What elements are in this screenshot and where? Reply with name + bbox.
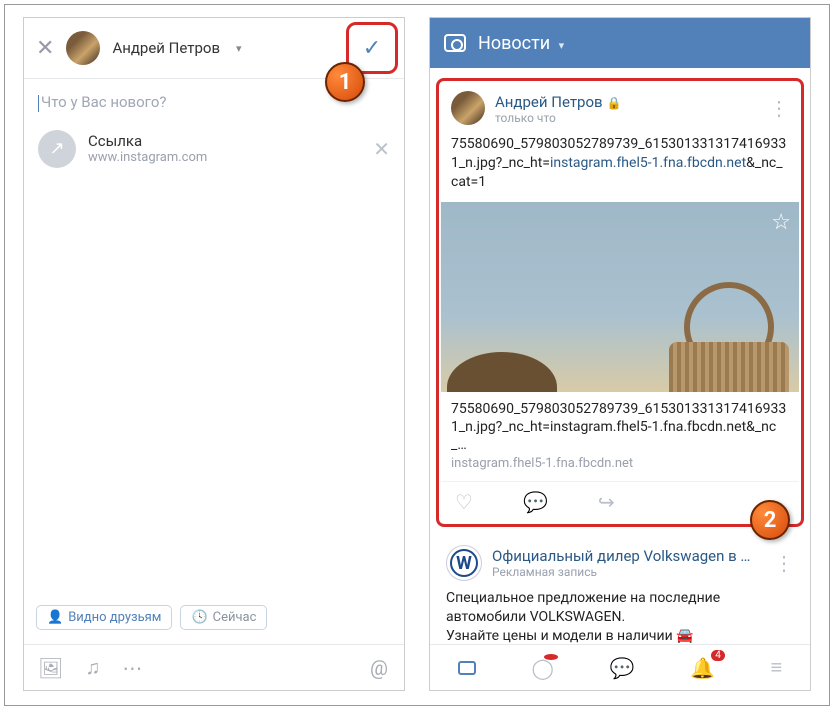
placeholder-text: Что у Вас нового?	[41, 93, 166, 111]
comment-icon[interactable]: 💬	[523, 490, 548, 514]
schedule-label: Сейчас	[213, 610, 257, 625]
avatar[interactable]	[66, 31, 100, 65]
post-text-link[interactable]: instagram.fhel5-1.fna.fbcdn.net	[550, 155, 746, 171]
clock-icon: 🕓	[191, 610, 207, 625]
callout-label: 1	[339, 70, 352, 95]
more-icon[interactable]: ⋯	[122, 656, 142, 680]
favorite-icon[interactable]: ☆	[771, 210, 791, 235]
submit-button[interactable]: ✓	[352, 28, 392, 68]
tab-discover[interactable]: ◯	[531, 656, 553, 680]
remove-link-icon[interactable]: ✕	[373, 137, 390, 161]
feed-header: Новости ▾	[430, 18, 810, 68]
callout-badge-1: 1	[325, 62, 365, 102]
tab-notifications[interactable]: 🔔	[690, 656, 715, 680]
music-icon[interactable]: ♫	[85, 655, 100, 680]
post-card: Андрей Петров 🔒 только что ⋮ 75580690_579…	[436, 78, 804, 527]
mention-icon[interactable]: @	[370, 656, 388, 680]
link-preview-title: 75580690_579803052789739_615301331317416…	[451, 401, 786, 453]
post-time: только что	[495, 111, 759, 125]
compose-toolbar: 🖼 ♫ ⋯ @	[24, 644, 404, 690]
ad-header: W Официальный дилер Volkswagen в Са… Рек…	[436, 537, 804, 589]
more-vertical-icon[interactable]: ⋮	[769, 96, 789, 120]
ad-text: Специальное предложение на последние авт…	[436, 589, 804, 646]
post-header: Андрей Петров 🔒 только что ⋮	[441, 83, 799, 133]
ad-title[interactable]: Официальный дилер Volkswagen в Са…	[492, 547, 752, 565]
chevron-down-icon: ▾	[559, 39, 565, 52]
photo-icon[interactable]: 🖼	[38, 656, 63, 680]
chevron-down-icon[interactable]: ▾	[236, 42, 242, 55]
tab-bar: ◯ 💬 🔔 ≡	[430, 644, 810, 690]
compose-screen: ✕ Андрей Петров ▾ ✓ Что у Вас нового? ↗ …	[24, 18, 404, 690]
feed-screen: Новости ▾ Андрей Петров 🔒 только что ⋮ 75…	[430, 18, 810, 690]
post-text: 75580690_579803052789739_615301331317416…	[441, 133, 799, 194]
feed-title[interactable]: Новости ▾	[478, 33, 564, 54]
lock-icon: 🔒	[607, 96, 622, 110]
schedule-button[interactable]: 🕓 Сейчас	[180, 605, 267, 630]
tab-messages[interactable]: 💬	[609, 656, 634, 680]
callout-badge-2: 2	[750, 500, 790, 540]
avatar[interactable]	[451, 91, 485, 125]
close-icon[interactable]: ✕	[36, 36, 54, 61]
camera-icon[interactable]	[444, 34, 466, 52]
person-icon: 👤	[47, 610, 63, 625]
attached-link: ↗ Ссылка www.instagram.com ✕	[38, 126, 390, 172]
ad-logo[interactable]: W	[446, 545, 482, 581]
post-actions: ♡ 💬 ↪	[441, 481, 799, 522]
post-image[interactable]: ☆	[441, 202, 799, 392]
tab-menu[interactable]: ≡	[771, 655, 783, 680]
author-name[interactable]: Андрей Петров	[112, 39, 220, 57]
ad-subtitle: Рекламная запись	[492, 565, 764, 579]
visibility-button[interactable]: 👤 Видно друзьям	[36, 605, 172, 630]
like-icon[interactable]: ♡	[455, 490, 473, 514]
post-author[interactable]: Андрей Петров	[495, 93, 603, 111]
callout-label: 2	[764, 508, 777, 533]
share-icon[interactable]: ↪	[598, 490, 615, 514]
more-vertical-icon[interactable]: ⋮	[774, 551, 794, 575]
link-preview-domain: instagram.fhel5-1.fna.fbcdn.net	[451, 456, 789, 473]
link-domain: www.instagram.com	[88, 150, 361, 165]
visibility-label: Видно друзьям	[68, 610, 161, 625]
ad-card: W Официальный дилер Volkswagen в Са… Рек…	[436, 537, 804, 646]
link-preview[interactable]: 75580690_579803052789739_615301331317416…	[441, 392, 799, 481]
feed-title-text: Новости	[478, 33, 550, 54]
compose-options: 👤 Видно друзьям 🕓 Сейчас	[24, 595, 404, 640]
tab-news[interactable]	[458, 656, 476, 680]
link-icon: ↗	[38, 130, 76, 168]
link-title: Ссылка	[88, 132, 361, 150]
